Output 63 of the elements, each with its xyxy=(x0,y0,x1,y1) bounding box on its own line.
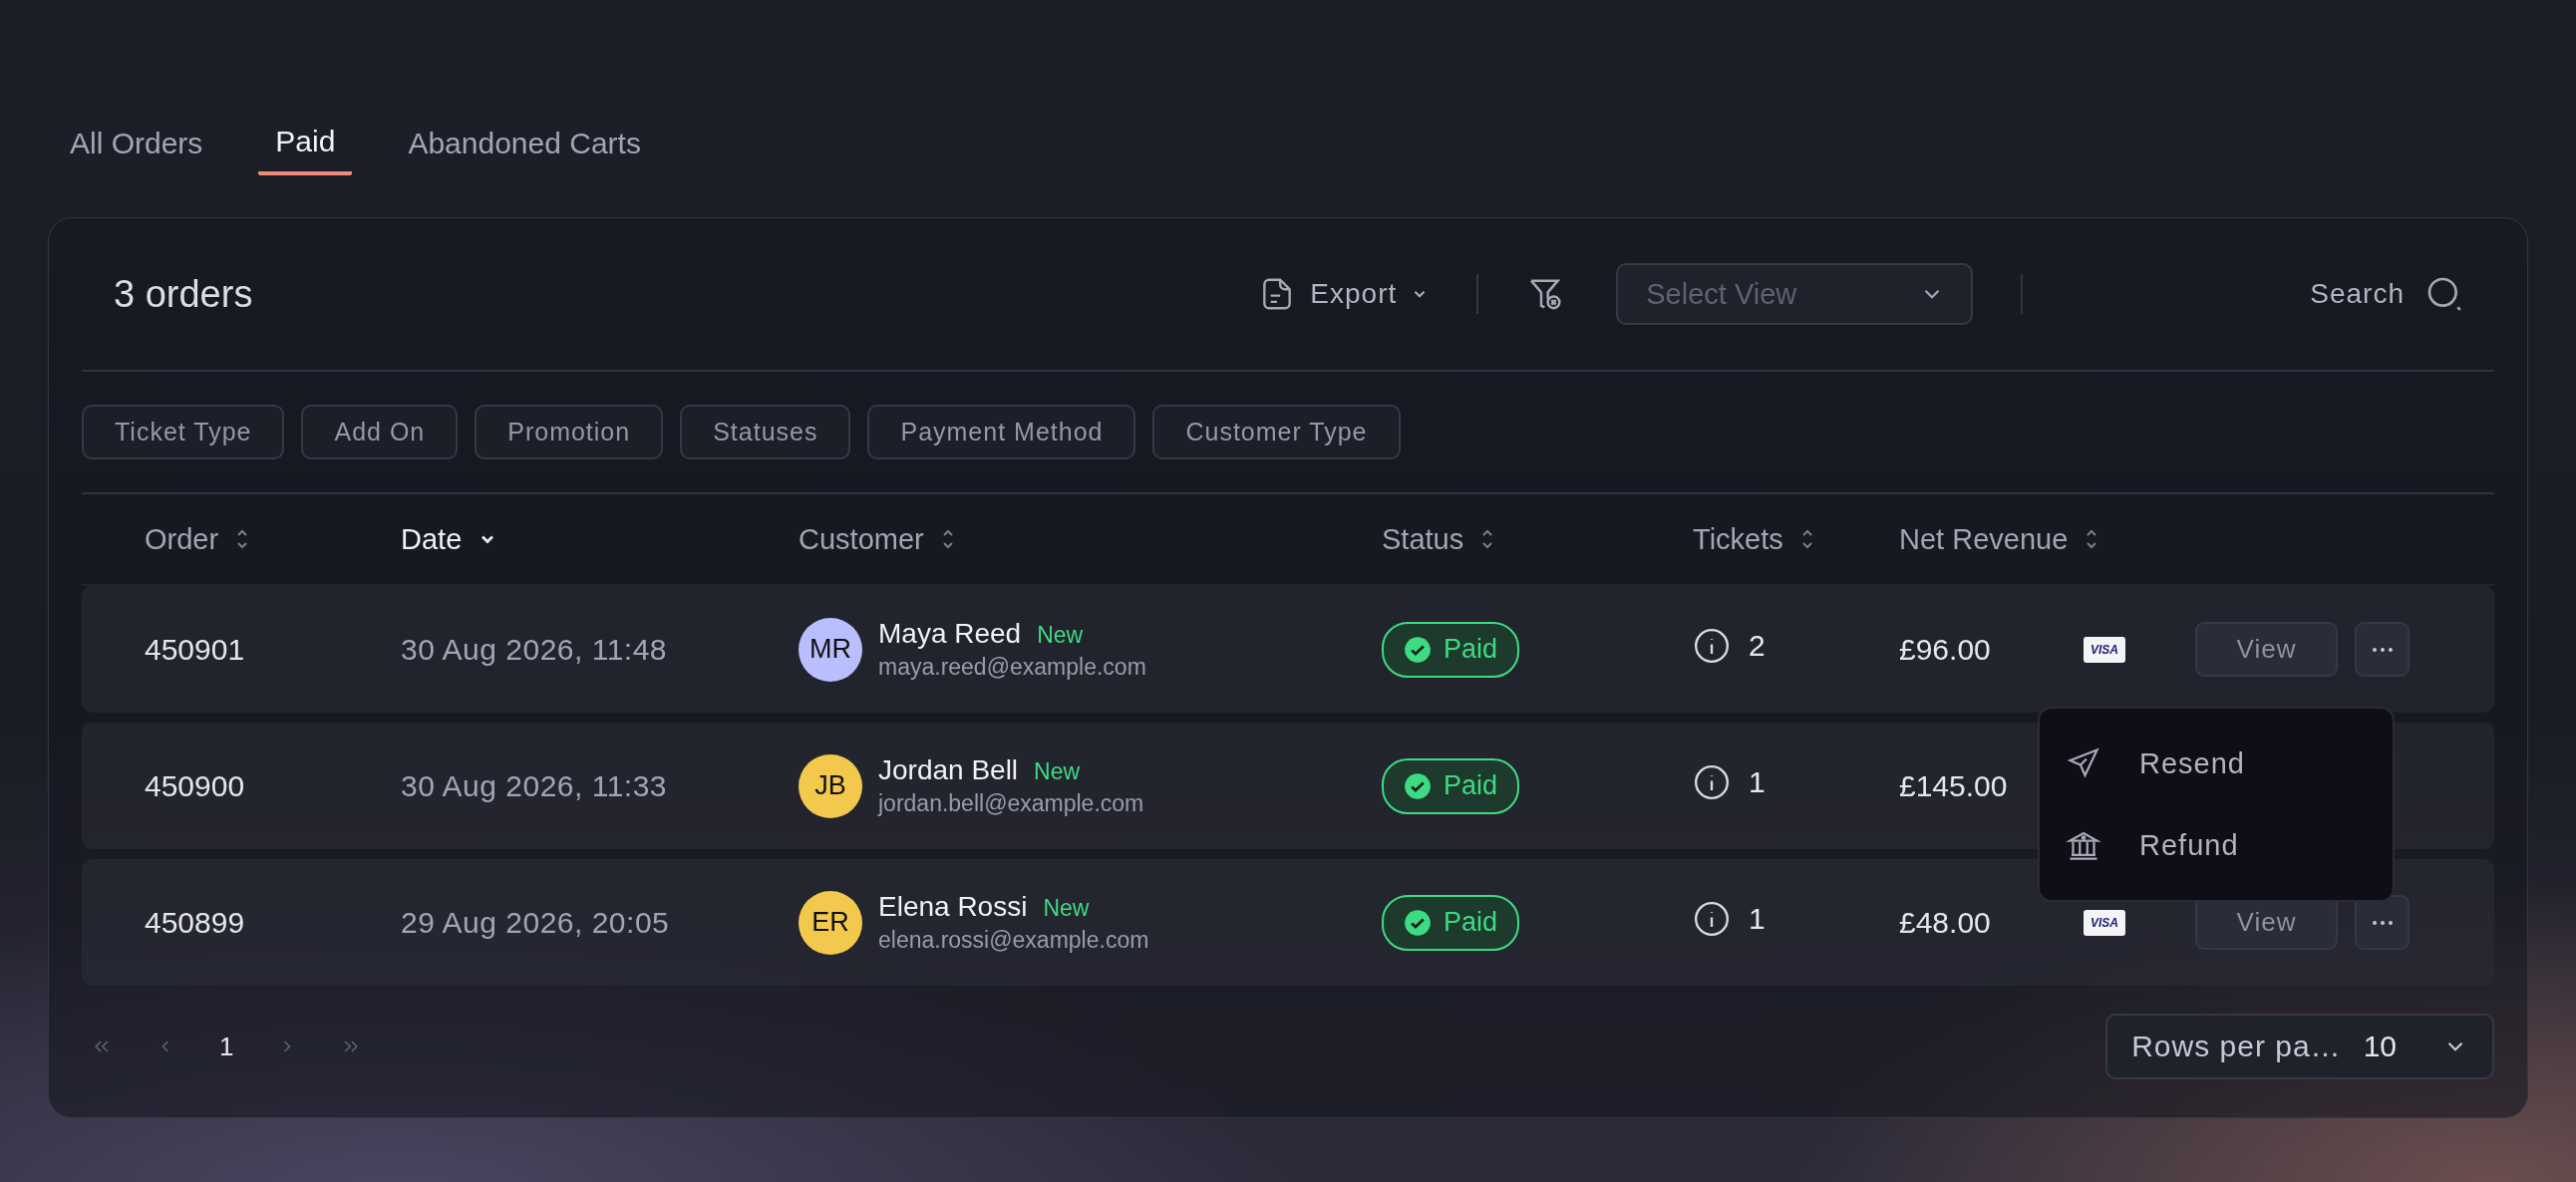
filter-chip[interactable]: Ticket Type xyxy=(82,405,285,459)
column-header[interactable]: Order xyxy=(145,522,219,556)
avatar: ER xyxy=(799,890,862,955)
page-number[interactable]: 1 xyxy=(219,1031,234,1062)
customer-name: Jordan Bell xyxy=(878,754,1019,786)
tab[interactable]: Abandoned Carts xyxy=(408,100,641,175)
status-badge: Paid xyxy=(1382,894,1520,951)
order-number: 450899 xyxy=(145,905,246,940)
avatar: JB xyxy=(799,753,862,818)
export-button[interactable]: Export xyxy=(1258,274,1430,314)
menu-item[interactable]: Resend xyxy=(2040,723,2393,804)
column-header[interactable]: Customer xyxy=(799,522,924,556)
check-circle-icon xyxy=(1404,908,1432,937)
tab[interactable]: All Orders xyxy=(70,100,203,175)
avatar: MR xyxy=(799,617,862,682)
rows-per-page-select[interactable]: Rows per pa… 10 xyxy=(2105,1014,2494,1079)
more-button[interactable] xyxy=(2355,622,2410,677)
view-button[interactable]: View xyxy=(2195,622,2338,677)
info-icon xyxy=(1693,762,1731,801)
status-badge: Paid xyxy=(1382,757,1520,814)
filter-chip[interactable]: Statuses xyxy=(680,405,851,459)
column-header[interactable]: Net Revenue xyxy=(1899,522,2069,556)
ticket-count: 2 xyxy=(1749,628,1766,663)
filter-chip[interactable]: Customer Type xyxy=(1152,405,1401,459)
paper-plane-icon xyxy=(2066,745,2101,781)
new-label: New xyxy=(1043,895,1090,922)
new-label: New xyxy=(1037,622,1084,649)
order-date: 29 Aug 2026, 20:05 xyxy=(401,905,671,940)
more-icon xyxy=(2371,646,2394,653)
customer-email: elena.rossi@example.com xyxy=(878,927,1149,954)
filter-chip[interactable]: Add On xyxy=(301,405,459,459)
column-header[interactable]: Tickets xyxy=(1693,522,1783,556)
net-revenue: £145.00 xyxy=(1899,768,2009,803)
new-label: New xyxy=(1034,758,1081,785)
check-circle-icon xyxy=(1404,771,1432,800)
customer-name: Elena Rossi xyxy=(878,891,1028,923)
more-button[interactable] xyxy=(2355,895,2410,950)
info-icon xyxy=(1693,626,1731,665)
card-logo: VISA xyxy=(2084,636,2125,663)
net-revenue: £96.00 xyxy=(1899,632,1992,667)
order-count: 3 orders xyxy=(114,272,253,316)
tab[interactable]: Paid xyxy=(258,100,353,175)
order-date: 30 Aug 2026, 11:33 xyxy=(401,768,669,803)
info-icon xyxy=(1693,899,1731,938)
order-date: 30 Aug 2026, 11:48 xyxy=(401,632,669,667)
filter-chip[interactable]: Payment Method xyxy=(867,405,1136,459)
card-logo: VISA xyxy=(2084,909,2125,936)
order-number: 450900 xyxy=(145,768,246,803)
more-icon xyxy=(2371,919,2394,926)
check-circle-icon xyxy=(1404,635,1432,664)
ticket-count: 1 xyxy=(1749,764,1766,799)
status-badge: Paid xyxy=(1382,621,1520,678)
customer-email: jordan.bell@example.com xyxy=(878,790,1144,817)
search-button[interactable]: Search xyxy=(2310,274,2464,314)
order-number: 450901 xyxy=(145,632,246,667)
column-header[interactable]: Status xyxy=(1382,522,1464,556)
net-revenue: £48.00 xyxy=(1899,905,1992,940)
column-header[interactable]: Date xyxy=(401,522,463,556)
ticket-count: 1 xyxy=(1749,901,1766,936)
filter-chip[interactable]: Promotion xyxy=(475,405,664,459)
customer-email: maya.reed@example.com xyxy=(878,654,1146,681)
menu-item[interactable]: Refund xyxy=(2040,804,2393,886)
customer-name: Maya Reed xyxy=(878,618,1022,650)
